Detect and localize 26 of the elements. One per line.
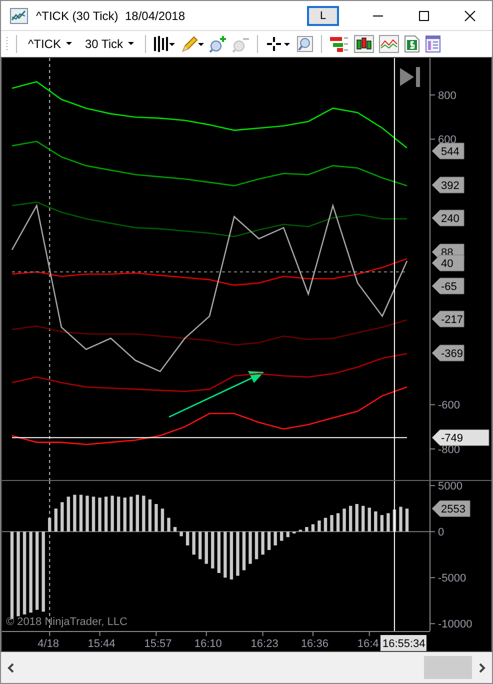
price-tag: 392 (432, 176, 464, 194)
time-label: 16:36 (300, 638, 328, 650)
time-label: 4/18 (38, 638, 60, 650)
price-tag: 240 (432, 210, 464, 226)
price-tag: -65 (432, 278, 464, 294)
time-label: 15:57 (144, 638, 172, 650)
axis-label: -800 (438, 444, 460, 456)
time-label: 15:44 (88, 638, 116, 650)
axis-label: -10000 (438, 618, 472, 631)
time-label: 16:10 (194, 638, 222, 650)
price-tag: 544 (432, 142, 464, 160)
axis-label: 5000 (438, 481, 462, 493)
price-tag: -217 (432, 310, 464, 328)
value-tag: 2553 (432, 500, 470, 517)
copyright-text: © 2018 NinjaTrader, LLC (6, 616, 128, 628)
axis-label: -5000 (438, 572, 466, 585)
price-tag: 40 (432, 254, 464, 272)
time-tag: 16:55:34 (380, 635, 426, 651)
axis-label: 800 (438, 90, 456, 102)
axis-label: 0 (438, 526, 444, 539)
time-label: 16:23 (250, 638, 278, 650)
time-label: 16:4 (357, 638, 379, 650)
axis-label: -600 (438, 400, 460, 412)
window-title: ^TICK (30 Tick) 18/04/2018 (36, 8, 186, 22)
price-tag: -369 (432, 344, 464, 362)
price-tag: -749 (432, 429, 490, 446)
